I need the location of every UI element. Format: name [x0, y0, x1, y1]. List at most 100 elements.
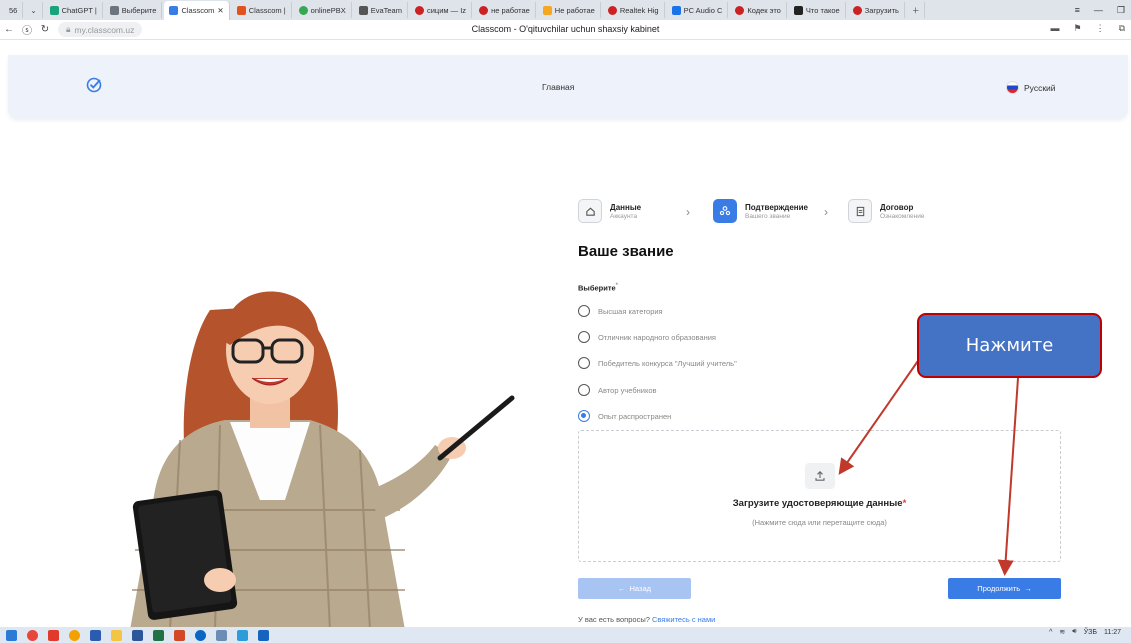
help-text: У вас есть вопросы? Свяжитесь с нами: [578, 615, 716, 624]
radio-option[interactable]: Автор учебников: [578, 384, 657, 396]
window-controls: ≡ — ❐: [1075, 0, 1131, 20]
input-language[interactable]: ЎЗБ: [1084, 629, 1097, 636]
browser-tab[interactable]: Realtek Hig: [603, 2, 665, 18]
lock-icon: 🔒︎: [66, 24, 71, 34]
browser-tab[interactable]: PC Audio C: [667, 2, 729, 18]
yandex-icon[interactable]: [48, 629, 59, 641]
app-icon[interactable]: [69, 629, 80, 641]
step-contract[interactable]: Договор Ознакомление: [848, 199, 924, 223]
russia-flag-icon: [1006, 81, 1019, 94]
yandex-icon: [735, 5, 745, 15]
radio-button-selected[interactable]: [578, 410, 590, 422]
browser-tab[interactable]: Загрузить: [848, 2, 905, 18]
continue-button[interactable]: Продолжить →: [948, 578, 1061, 599]
volume-icon[interactable]: 🔊︎: [1072, 628, 1076, 636]
app-icon[interactable]: [258, 629, 269, 641]
users-icon: [713, 199, 737, 223]
tab-list-chevron[interactable]: ⌄: [25, 2, 43, 18]
app-icon[interactable]: [216, 629, 227, 641]
upload-dropzone[interactable]: Загрузите удостоверяющие данные* (Нажмит…: [578, 430, 1061, 562]
bookmark-icon[interactable]: ⚑: [1073, 23, 1081, 34]
browser-tab[interactable]: не работае: [474, 2, 536, 18]
radio-option[interactable]: Высшая категория: [578, 305, 663, 317]
radio-option-selected[interactable]: Опыт распространен: [578, 410, 671, 422]
arrow-left-icon: ←: [618, 584, 626, 593]
yandex-icon: [852, 5, 862, 15]
word-icon[interactable]: [132, 629, 143, 641]
address-bar: ← ⓢ ↻ 🔒︎ my.classcom.uz Classcom - O'qit…: [0, 20, 1131, 40]
classcom-logo[interactable]: [86, 77, 102, 96]
radio-button[interactable]: [578, 384, 590, 396]
back-arrow-icon[interactable]: ←: [0, 24, 18, 35]
tab-count[interactable]: 56: [4, 2, 24, 18]
browser-tab[interactable]: Выберите: [105, 2, 163, 18]
windows-taskbar: ^ ≋ 🔊︎ ЎЗБ 11:27: [0, 627, 1131, 643]
upload-title: Загрузите удостоверяющие данные*: [732, 498, 907, 509]
radio-option[interactable]: Победитель конкурса "Лучший учитель": [578, 357, 737, 369]
windows-start-icon[interactable]: [6, 629, 17, 641]
excel-icon[interactable]: [153, 629, 164, 641]
yandex-home-icon[interactable]: ⓢ: [18, 22, 36, 37]
language-selector[interactable]: Русский: [1006, 81, 1056, 94]
teacher-illustration: [130, 291, 515, 630]
reader-icon[interactable]: ▬: [1050, 23, 1059, 34]
callout-annotation: Нажмите: [917, 313, 1102, 378]
k-icon: [793, 5, 803, 15]
browser-tab[interactable]: ChatGPT |: [45, 2, 103, 18]
radio-option[interactable]: Отличник народного образования: [578, 331, 716, 343]
yandex-icon: [607, 5, 617, 15]
browser-tab-bar: 56 ⌄ ChatGPT | Выберите Classcom ✕ Classc…: [0, 0, 1131, 20]
browser-tab[interactable]: Classcom |: [232, 2, 292, 18]
minimize-icon[interactable]: —: [1094, 5, 1103, 15]
pbx-icon: [298, 5, 308, 15]
browser-tab[interactable]: сицим — Iz: [410, 2, 473, 18]
radio-button[interactable]: [578, 331, 590, 343]
slides-icon: [236, 5, 246, 15]
contact-link[interactable]: Свяжитесь с нами: [652, 615, 715, 624]
radio-button[interactable]: [578, 305, 590, 317]
reload-icon[interactable]: ↻: [36, 24, 54, 35]
url-field[interactable]: 🔒︎ my.classcom.uz: [58, 22, 143, 37]
save-icon[interactable]: [90, 629, 101, 641]
powerpoint-icon[interactable]: [174, 629, 185, 641]
folder-icon[interactable]: [111, 629, 122, 641]
browser-tab[interactable]: Не работае: [538, 2, 601, 18]
new-tab-button[interactable]: ＋: [907, 2, 926, 18]
menu-icon[interactable]: ≡: [1075, 5, 1080, 15]
app-icon[interactable]: [237, 629, 248, 641]
chevron-right-icon: ›: [686, 205, 690, 219]
more-icon[interactable]: ⋮: [1096, 23, 1105, 34]
document-icon: [848, 199, 872, 223]
yandex-icon: [414, 5, 424, 15]
app-icon[interactable]: [195, 629, 206, 641]
tab-close-icon[interactable]: ✕: [217, 6, 223, 15]
browser-tab[interactable]: onlinePBX: [294, 2, 352, 18]
browser-tab[interactable]: Кодек это: [730, 2, 787, 18]
chevron-right-icon: ›: [824, 205, 828, 219]
browser-tab[interactable]: Что такое: [789, 2, 846, 18]
yandex-icon: [479, 5, 489, 15]
address-bar-actions: ▬ ⚑ ⋮ ⧉: [1050, 23, 1125, 34]
radio-button[interactable]: [578, 357, 590, 369]
upload-icon[interactable]: [805, 463, 835, 489]
browser-tab[interactable]: EvaTeam: [354, 2, 408, 18]
chevron-up-icon[interactable]: ^: [1049, 629, 1052, 636]
doc-icon: [358, 5, 368, 15]
step-account-data[interactable]: Данные Аккаунта: [578, 199, 641, 223]
extensions-icon[interactable]: ⧉: [1119, 23, 1125, 34]
nav-home-link[interactable]: Главная: [542, 82, 574, 92]
browser-tab-active[interactable]: Classcom ✕: [164, 0, 230, 20]
clock[interactable]: 11:27: [1104, 629, 1121, 636]
wifi-icon[interactable]: ≋: [1059, 628, 1065, 636]
chrome-icon[interactable]: [27, 629, 38, 641]
step-confirmation[interactable]: Подтверждение Вашего звание: [713, 199, 808, 223]
required-mark: *: [615, 283, 619, 289]
upload-hint: (Нажмите сюда или перетащите сюда): [752, 518, 887, 527]
form-title: Ваше звание: [578, 243, 674, 260]
play-icon: [542, 5, 552, 15]
back-button[interactable]: ← Назад: [578, 578, 691, 599]
restore-icon[interactable]: ❐: [1117, 5, 1125, 16]
system-tray: ^ ≋ 🔊︎ ЎЗБ 11:27: [1049, 628, 1121, 636]
home-icon: [578, 199, 602, 223]
page-title: Classcom - O'qituvchilar uchun shaxsiy k…: [471, 24, 660, 34]
